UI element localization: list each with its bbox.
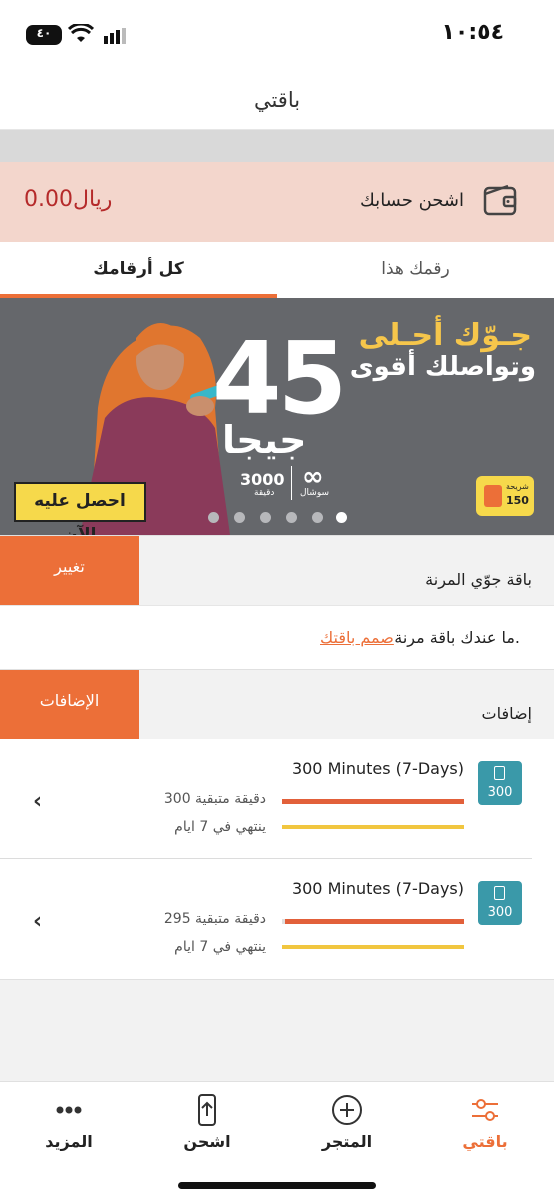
carousel-dot[interactable]: [234, 512, 245, 523]
banner-headline: جـوّك أحـلى: [358, 318, 532, 353]
recharge-label: اشحن حسابك: [360, 190, 464, 211]
phone-icon: [494, 766, 505, 780]
flex-plan-notice: ما عندك باقة مرنة. صمم باقتك: [0, 605, 554, 669]
bottom-nav: المزيد اشحن المتجر باقتي: [0, 1081, 554, 1200]
banner-social-label: سوشال: [300, 488, 330, 498]
nav-item-more[interactable]: المزيد: [0, 1082, 138, 1172]
expiry-bar: [282, 945, 464, 949]
status-time: ١٠:٥٤: [441, 20, 504, 45]
remaining-bar-fill: [285, 919, 464, 924]
banner-data-unit: جيجا: [222, 418, 307, 462]
plan-name: باقة جوّي المرنة: [425, 570, 532, 589]
design-plan-link[interactable]: صمم باقتك: [320, 628, 394, 647]
phone-icon: [494, 886, 505, 900]
battery-icon: ٤٠: [26, 25, 62, 45]
banner-minutes: 3000: [240, 470, 285, 489]
remaining-bar: [282, 799, 464, 804]
banner-divider: [291, 466, 292, 500]
get-it-now-button[interactable]: احصل عليه الآن: [14, 482, 146, 535]
addons-title: إضافات: [481, 704, 533, 723]
nav-item-store[interactable]: المتجر: [278, 1082, 416, 1172]
bundle-expiry: ينتهي في 7 ايام: [174, 939, 266, 955]
carousel-dot[interactable]: [260, 512, 271, 523]
carousel-dot[interactable]: [208, 512, 219, 523]
addons-button[interactable]: الإضافات: [0, 670, 139, 740]
sim-price: 150: [506, 494, 529, 507]
bundle-badge: 300: [478, 881, 522, 925]
change-plan-button[interactable]: تغيير: [0, 536, 139, 606]
bundle-title: 300 Minutes (7-Days): [291, 879, 464, 898]
plan-row: تغيير باقة جوّي المرنة: [0, 535, 554, 606]
phone-recharge-icon: [198, 1094, 216, 1126]
carousel-dot[interactable]: [286, 512, 297, 523]
page-title: باقتي: [253, 88, 301, 112]
remaining-bar: [282, 919, 464, 924]
tab-this-number[interactable]: رقمك هذا: [277, 242, 554, 298]
divider-strip: [0, 130, 554, 162]
bundle-badge-number: 300: [487, 905, 513, 920]
signal-icon: [104, 28, 126, 44]
home-indicator: [178, 1182, 376, 1189]
sim-label: شريحة: [506, 482, 529, 491]
carousel-dot-active[interactable]: [336, 512, 347, 523]
carousel-dot[interactable]: [312, 512, 323, 523]
more-dots-icon: [56, 1106, 82, 1114]
tab-all-numbers[interactable]: كل أرقامك: [0, 242, 277, 298]
recharge-account-row[interactable]: اشحن حسابك 0.00ريال: [0, 162, 554, 242]
chevron-left-icon[interactable]: ‹: [33, 789, 42, 814]
bundle-title: 300 Minutes (7-Days): [291, 759, 464, 778]
promo-banner[interactable]: جـوّك أحـلى وتواصلك أقوى 45 جيجا 3000 دق…: [0, 298, 554, 535]
wallet-icon: [483, 184, 517, 216]
plus-circle-icon: [332, 1095, 362, 1125]
bundle-card[interactable]: 300 300 Minutes (7-Days) 300 دقيقة متبقي…: [0, 739, 554, 859]
banner-subheadline: وتواصلك أقوى: [349, 352, 536, 382]
nav-label-store: المتجر: [321, 1132, 373, 1151]
sliders-icon: [472, 1099, 498, 1121]
banner-minutes-label: دقيقة: [254, 488, 275, 498]
addons-row: الإضافات إضافات: [0, 669, 554, 740]
status-bar: ٤٠ ١٠:٥٤: [0, 0, 554, 66]
bundle-list: 300 300 Minutes (7-Days) 300 دقيقة متبقي…: [0, 739, 554, 979]
remaining-bar-fill: [282, 799, 464, 804]
number-tabs: كل أرقامك رقمك هذا: [0, 242, 554, 298]
sim-chip-icon: [484, 485, 502, 507]
header: باقتي: [0, 66, 554, 130]
nav-label-more: المزيد: [45, 1132, 93, 1151]
bundle-remaining: 295 دقيقة متبقية: [163, 911, 266, 927]
chevron-left-icon[interactable]: ‹: [33, 909, 42, 934]
bundle-badge: 300: [478, 761, 522, 805]
empty-area: [0, 979, 554, 1081]
sim-card-icon: شريحة 150: [476, 476, 534, 516]
bundle-badge-number: 300: [487, 785, 513, 800]
infinity-icon: ∞: [302, 462, 324, 492]
wifi-icon: [68, 24, 94, 42]
bundle-card[interactable]: 300 300 Minutes (7-Days) 295 دقيقة متبقي…: [0, 859, 554, 979]
expiry-bar: [282, 825, 464, 829]
bundle-remaining: 300 دقيقة متبقية: [163, 791, 266, 807]
flex-notice-text: ما عندك باقة مرنة.: [394, 628, 520, 647]
bundle-expiry: ينتهي في 7 ايام: [174, 819, 266, 835]
nav-item-my-plan[interactable]: باقتي: [416, 1082, 554, 1172]
nav-label-my-plan: باقتي: [462, 1132, 508, 1151]
balance-amount: 0.00ريال: [24, 187, 113, 212]
nav-item-recharge[interactable]: اشحن: [138, 1082, 276, 1172]
nav-label-recharge: اشحن: [183, 1132, 231, 1151]
